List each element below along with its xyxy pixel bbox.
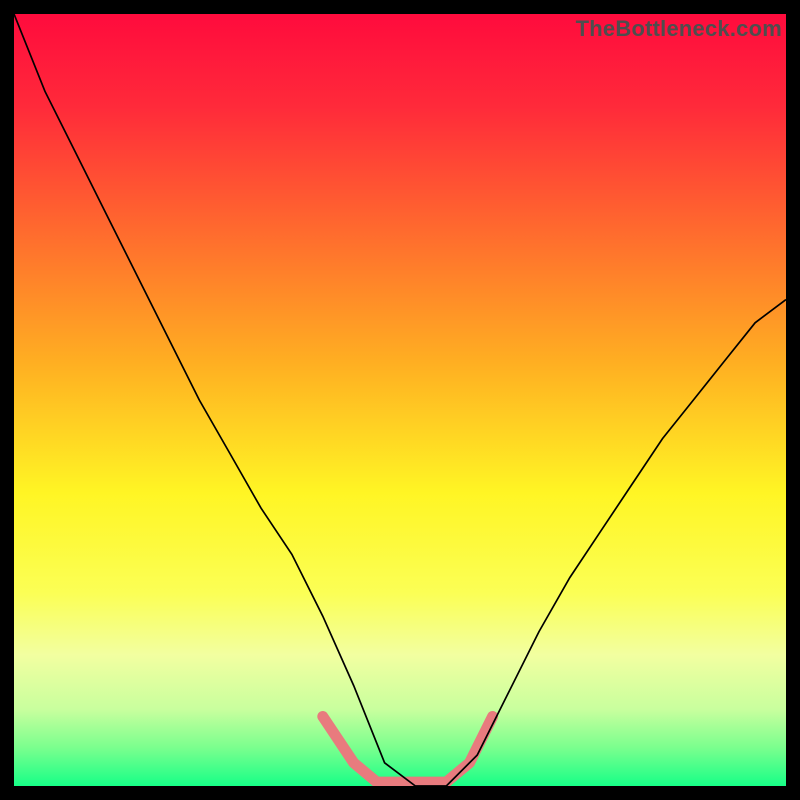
watermark-text: TheBottleneck.com	[576, 16, 782, 42]
chart-frame: TheBottleneck.com	[0, 0, 800, 800]
bottleneck-curve-series	[14, 14, 786, 786]
plot-area	[14, 14, 786, 786]
bottom-band-series	[323, 717, 493, 783]
chart-overlay	[14, 14, 786, 786]
